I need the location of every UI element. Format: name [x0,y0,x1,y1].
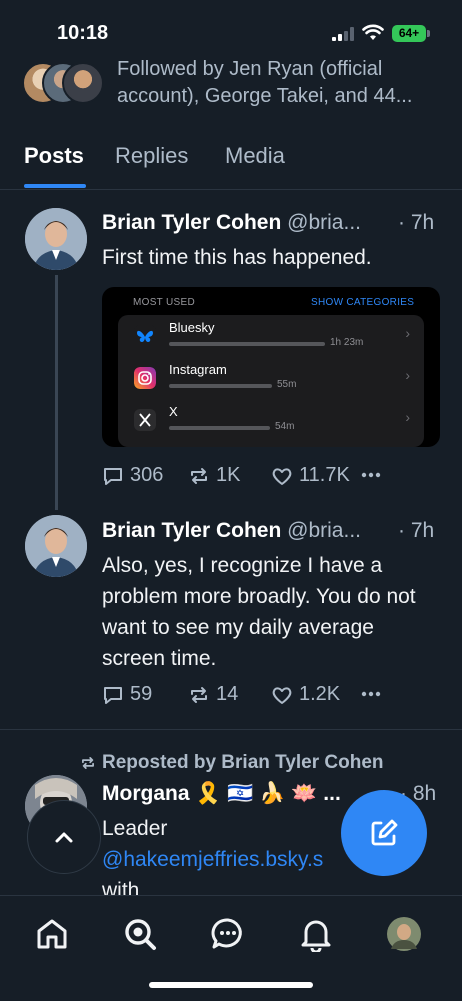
heart-icon [272,686,292,704]
home-indicator [149,982,313,988]
more-icon [361,691,381,697]
reply-count: 306 [130,464,164,486]
battery-icon: 64+ [392,25,426,42]
author-name[interactable]: Brian Tyler Cohen [102,211,281,234]
avatar[interactable] [25,208,87,270]
repost-icon [82,757,94,769]
tab-replies[interactable]: Replies [115,143,188,169]
chevron-right-icon: › [405,367,410,383]
battery-tip [427,30,430,37]
post-actions: 306 1K 11.7K [102,464,442,490]
followers-avatars[interactable] [22,62,104,104]
avatar[interactable] [25,515,87,577]
chevron-up-icon [55,832,73,843]
author-handle[interactable]: @bria... [287,519,361,542]
nav-search[interactable] [120,914,160,954]
nav-profile[interactable] [384,914,424,954]
post-header: Brian Tyler Cohen @bria... [102,211,361,235]
search-icon [125,919,156,950]
reply-button[interactable]: 306 [102,464,163,487]
repost-count: 1K [216,464,241,486]
wifi-icon [362,24,384,40]
author-name[interactable]: Brian Tyler Cohen [102,519,281,542]
like-count: 11.7K [299,464,350,486]
tab-media[interactable]: Media [225,143,285,169]
profile-avatar [387,917,421,951]
butterfly-icon [134,325,156,347]
repost-indicator[interactable]: Reposted by Brian Tyler Cohen [80,752,384,774]
app-usage-row: X 54m › [118,399,424,441]
nav-notifications[interactable] [296,914,336,954]
repost-button[interactable]: 1K [188,464,240,487]
reply-icon [104,686,122,704]
heart-icon [272,467,292,485]
compose-button[interactable] [341,790,427,876]
repost-icon [191,686,207,703]
compose-icon [371,819,398,846]
more-icon [361,472,381,478]
usage-bar [169,384,272,388]
post-text: Also, yes, I recognize I have a problem … [102,554,416,670]
chat-icon [211,918,242,949]
followed-by-text[interactable]: Followed by Jen Ryan (official account),… [117,56,447,110]
more-options-button[interactable] [360,683,382,705]
embed-header-most-used: MOST USED [133,297,195,308]
repost-count: 14 [216,683,239,705]
embedded-image[interactable]: MOST USED SHOW CATEGORIES Bluesky 1h 23m… [102,287,440,447]
home-icon [37,919,67,949]
tabs-divider [0,189,462,190]
usage-duration: 55m [277,379,297,390]
active-tab-indicator [24,184,86,188]
reply-icon [104,467,122,485]
post-time[interactable]: · 7h [398,519,434,543]
repost-button[interactable]: 14 [188,683,238,706]
post-divider [0,729,462,730]
more-options-button[interactable] [360,464,382,486]
usage-duration: 1h 23m [330,337,364,348]
avatar-photo [25,515,87,577]
post-actions: 59 14 1.2K [102,683,442,709]
avatar-photo [25,208,87,270]
post-time[interactable]: · 7h [398,211,434,235]
post-header: Brian Tyler Cohen @bria... [102,519,361,543]
status-time: 10:18 [57,22,109,44]
post-header: Morgana 🎗️ 🇮🇱 🍌 🪷 ... [102,782,341,806]
like-button[interactable]: 11.7K [271,464,350,487]
repost-icon [191,467,207,484]
status-bar: 10:18 64+ [0,0,462,60]
chevron-right-icon: › [405,409,410,425]
usage-duration: 54m [275,421,295,432]
repost-label: Reposted by Brian Tyler Cohen [102,752,384,773]
author-handle[interactable]: @bria... [287,211,361,234]
thread-line [55,275,58,510]
scroll-to-top-button[interactable] [27,800,101,874]
like-count: 1.2K [299,683,341,705]
like-button[interactable]: 1.2K [271,683,340,706]
chevron-right-icon: › [405,325,410,341]
app-name: X [169,404,178,419]
most-used-panel: Bluesky 1h 23m › Instagram 55m › X 54m › [118,315,424,447]
post-text: First time this has happened. [102,246,372,269]
cellular-signal-icon [332,27,354,41]
tab-posts[interactable]: Posts [24,143,84,169]
app-name: Bluesky [169,320,215,335]
embed-header-show-categories: SHOW CATEGORIES [311,297,415,308]
nav-chat[interactable] [208,914,248,954]
usage-bar [169,426,270,430]
app-usage-row: Bluesky 1h 23m › [118,315,424,357]
bell-icon [301,920,331,952]
author-name[interactable]: Morgana 🎗️ 🇮🇱 🍌 🪷 ... [102,782,341,805]
app-name: Instagram [169,362,227,377]
follower-avatar [62,62,104,104]
reply-button[interactable]: 59 [102,683,152,706]
instagram-icon [134,367,156,389]
nav-home[interactable] [32,914,72,954]
x-logo-icon [134,409,156,431]
app-usage-row: Instagram 55m › [118,357,424,399]
usage-bar [169,342,325,346]
reply-count: 59 [130,683,153,705]
